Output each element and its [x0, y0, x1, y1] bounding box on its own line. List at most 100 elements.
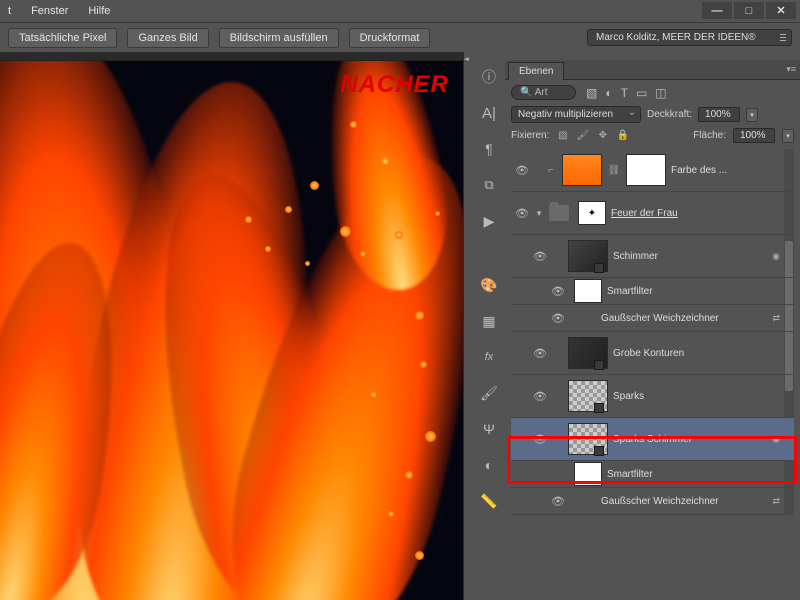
info-icon[interactable]: ⓘ [478, 66, 500, 88]
character-icon[interactable]: A| [478, 102, 500, 124]
layer-group-row[interactable]: 👁 ▾ ✦ Feuer der Frau [511, 192, 794, 235]
filter-name[interactable]: Smartfilter [607, 286, 794, 297]
lock-pos-icon[interactable]: ✥ [596, 129, 609, 142]
paragraph-icon[interactable]: ¶ [478, 138, 500, 160]
canvas[interactable]: NACHER [0, 60, 463, 600]
visibility-icon[interactable]: 👁 [547, 285, 569, 298]
fit-screen-button[interactable]: Ganzes Bild [127, 28, 208, 48]
opacity-label: Deckkraft: [647, 109, 692, 120]
fill-label: Fläche: [693, 130, 726, 141]
filter-adjust-icon[interactable]: ◐ [605, 86, 612, 100]
maximize-button[interactable]: □ [734, 2, 764, 19]
visibility-icon[interactable]: 👁 [511, 164, 533, 177]
filter-row[interactable]: 👁 Smartfilter [511, 278, 794, 305]
menubar: t Fenster Hilfe — □ ✕ [0, 0, 800, 22]
visibility-icon[interactable]: 👁 [511, 207, 533, 220]
filter-mask[interactable] [574, 462, 602, 486]
menu-item-window[interactable]: Fenster [31, 5, 68, 17]
layer-filter-type[interactable]: 🔍 Art [511, 85, 576, 100]
visibility-icon[interactable]: 👁 [547, 495, 569, 508]
menu-item[interactable]: t [8, 5, 11, 17]
filter-shape-icon[interactable]: ▭ [636, 86, 647, 100]
collapsed-panels: ⓘ A| ¶ ⧉ ▶ 🎨 ▦ fx 🖌 Ψ ◐ 📏 [473, 52, 505, 600]
layer-name[interactable]: Sparks Schimmer [613, 434, 794, 445]
fx-icon[interactable]: ◉ [772, 251, 780, 262]
grid-icon[interactable]: ▦ [478, 310, 500, 332]
fill-value[interactable]: 100% [733, 128, 775, 143]
minimize-button[interactable]: — [702, 2, 732, 19]
edit-icon[interactable]: ⇄ [772, 496, 780, 507]
effect-row[interactable]: 👁 Gaußscher Weichzeichner ⇄ [511, 305, 794, 332]
fill-screen-button[interactable]: Bildschirm ausfüllen [219, 28, 339, 48]
edit-icon[interactable]: ⇄ [772, 313, 780, 324]
layer-thumb[interactable] [568, 240, 608, 272]
panel-tabbar: Ebenen ▾≡ [505, 60, 800, 80]
lock-all-icon[interactable]: 🔒 [616, 129, 629, 142]
filter-row[interactable]: Smartfilter [511, 461, 794, 488]
filter-pixel-icon[interactable]: ▧ [586, 86, 597, 100]
filter-mask[interactable] [574, 279, 602, 303]
panel-menu-icon[interactable]: ▾≡ [786, 64, 796, 75]
panel-collapse-bar[interactable] [463, 52, 473, 600]
close-button[interactable]: ✕ [766, 2, 796, 19]
layer-row[interactable]: 👁 ⌐ ⛓ Farbe des ... [511, 149, 794, 192]
styles-icon[interactable]: fx [478, 346, 500, 368]
lock-image-icon[interactable]: 🖌 [576, 129, 589, 142]
layer-thumb[interactable] [568, 337, 608, 369]
play-icon[interactable]: ▶ [478, 210, 500, 232]
visibility-icon[interactable]: 👁 [529, 390, 551, 403]
workspace-selector[interactable]: Marco Kolditz, MEER DER IDEEN® [587, 29, 792, 46]
effect-name[interactable]: Gaußscher Weichzeichner [569, 496, 794, 507]
actual-pixels-button[interactable]: Tatsächliche Pixel [8, 28, 117, 48]
layer-name[interactable]: Sparks [613, 391, 794, 402]
visibility-icon[interactable]: 👁 [529, 347, 551, 360]
fold-icon[interactable]: ▾ [533, 208, 545, 219]
mask-thumb[interactable]: ✦ [578, 201, 606, 225]
opacity-value[interactable]: 100% [698, 107, 740, 122]
measure-icon[interactable]: 📏 [478, 490, 500, 512]
visibility-icon[interactable]: 👁 [547, 312, 569, 325]
swatches-icon[interactable]: 🎨 [478, 274, 500, 296]
layer-row[interactable]: 👁 Sparks [511, 375, 794, 418]
window-controls: — □ ✕ [702, 2, 796, 19]
print-size-button[interactable]: Druckformat [349, 28, 431, 48]
layers-panel: Ebenen ▾≡ 🔍 Art ▧ ◐ T ▭ ◫ Negativ multip… [505, 52, 800, 600]
menu-item-help[interactable]: Hilfe [88, 5, 110, 17]
effect-row[interactable]: 👁 Gaußscher Weichzeichner ⇄ [511, 488, 794, 515]
brush-icon[interactable]: 🖌 [478, 382, 500, 404]
main-area: NACHER ⓘ A| ¶ ⧉ ▶ 🎨 ▦ fx 🖌 Ψ ◐ 📏 Ebenen … [0, 52, 800, 600]
blend-mode-select[interactable]: Negativ multiplizieren [511, 106, 641, 123]
effect-name[interactable]: Gaußscher Weichzeichner [569, 313, 794, 324]
layer-row[interactable]: 👁 Schimmer ◉ [511, 235, 794, 278]
layer-thumb[interactable] [568, 380, 608, 412]
layer-name[interactable]: Schimmer [613, 251, 794, 262]
layer-thumb[interactable] [568, 423, 608, 455]
layer-name[interactable]: Feuer der Frau [611, 208, 794, 219]
fx-icon[interactable]: ◉ [772, 434, 780, 445]
panel-body: 🔍 Art ▧ ◐ T ▭ ◫ Negativ multiplizieren D… [505, 80, 800, 600]
folder-icon [549, 205, 569, 221]
layers-group-icon[interactable]: ⧉ [478, 174, 500, 196]
lock-label: Fixieren: [511, 130, 549, 141]
link-icon[interactable]: ⛓ [607, 165, 621, 176]
layer-list: 👁 ⌐ ⛓ Farbe des ... 👁 ▾ ✦ Feuer der Frau [511, 149, 794, 515]
adjust-icon[interactable]: ◐ [478, 454, 500, 476]
opacity-arrow[interactable]: ▾ [746, 108, 758, 122]
options-bar: Tatsächliche Pixel Ganzes Bild Bildschir… [0, 22, 800, 52]
filter-name[interactable]: Smartfilter [607, 469, 794, 480]
watermark-text: NACHER [340, 71, 449, 99]
layer-name[interactable]: Farbe des ... [671, 165, 794, 176]
layer-name[interactable]: Grobe Konturen [613, 348, 794, 359]
layers-tab[interactable]: Ebenen [508, 62, 564, 80]
mask-thumb[interactable] [626, 154, 666, 186]
layer-thumb[interactable] [562, 154, 602, 186]
visibility-icon[interactable]: 👁 [529, 433, 551, 446]
layer-row-selected[interactable]: 👁 Sparks Schimmer ◉ [511, 418, 794, 461]
filter-smart-icon[interactable]: ◫ [655, 86, 666, 100]
visibility-icon[interactable]: 👁 [529, 250, 551, 263]
lock-trans-icon[interactable]: ▨ [556, 129, 569, 142]
psi-icon[interactable]: Ψ [478, 418, 500, 440]
layer-row[interactable]: 👁 Grobe Konturen [511, 332, 794, 375]
filter-type-icon[interactable]: T [621, 86, 628, 100]
fill-arrow[interactable]: ▾ [782, 129, 794, 143]
